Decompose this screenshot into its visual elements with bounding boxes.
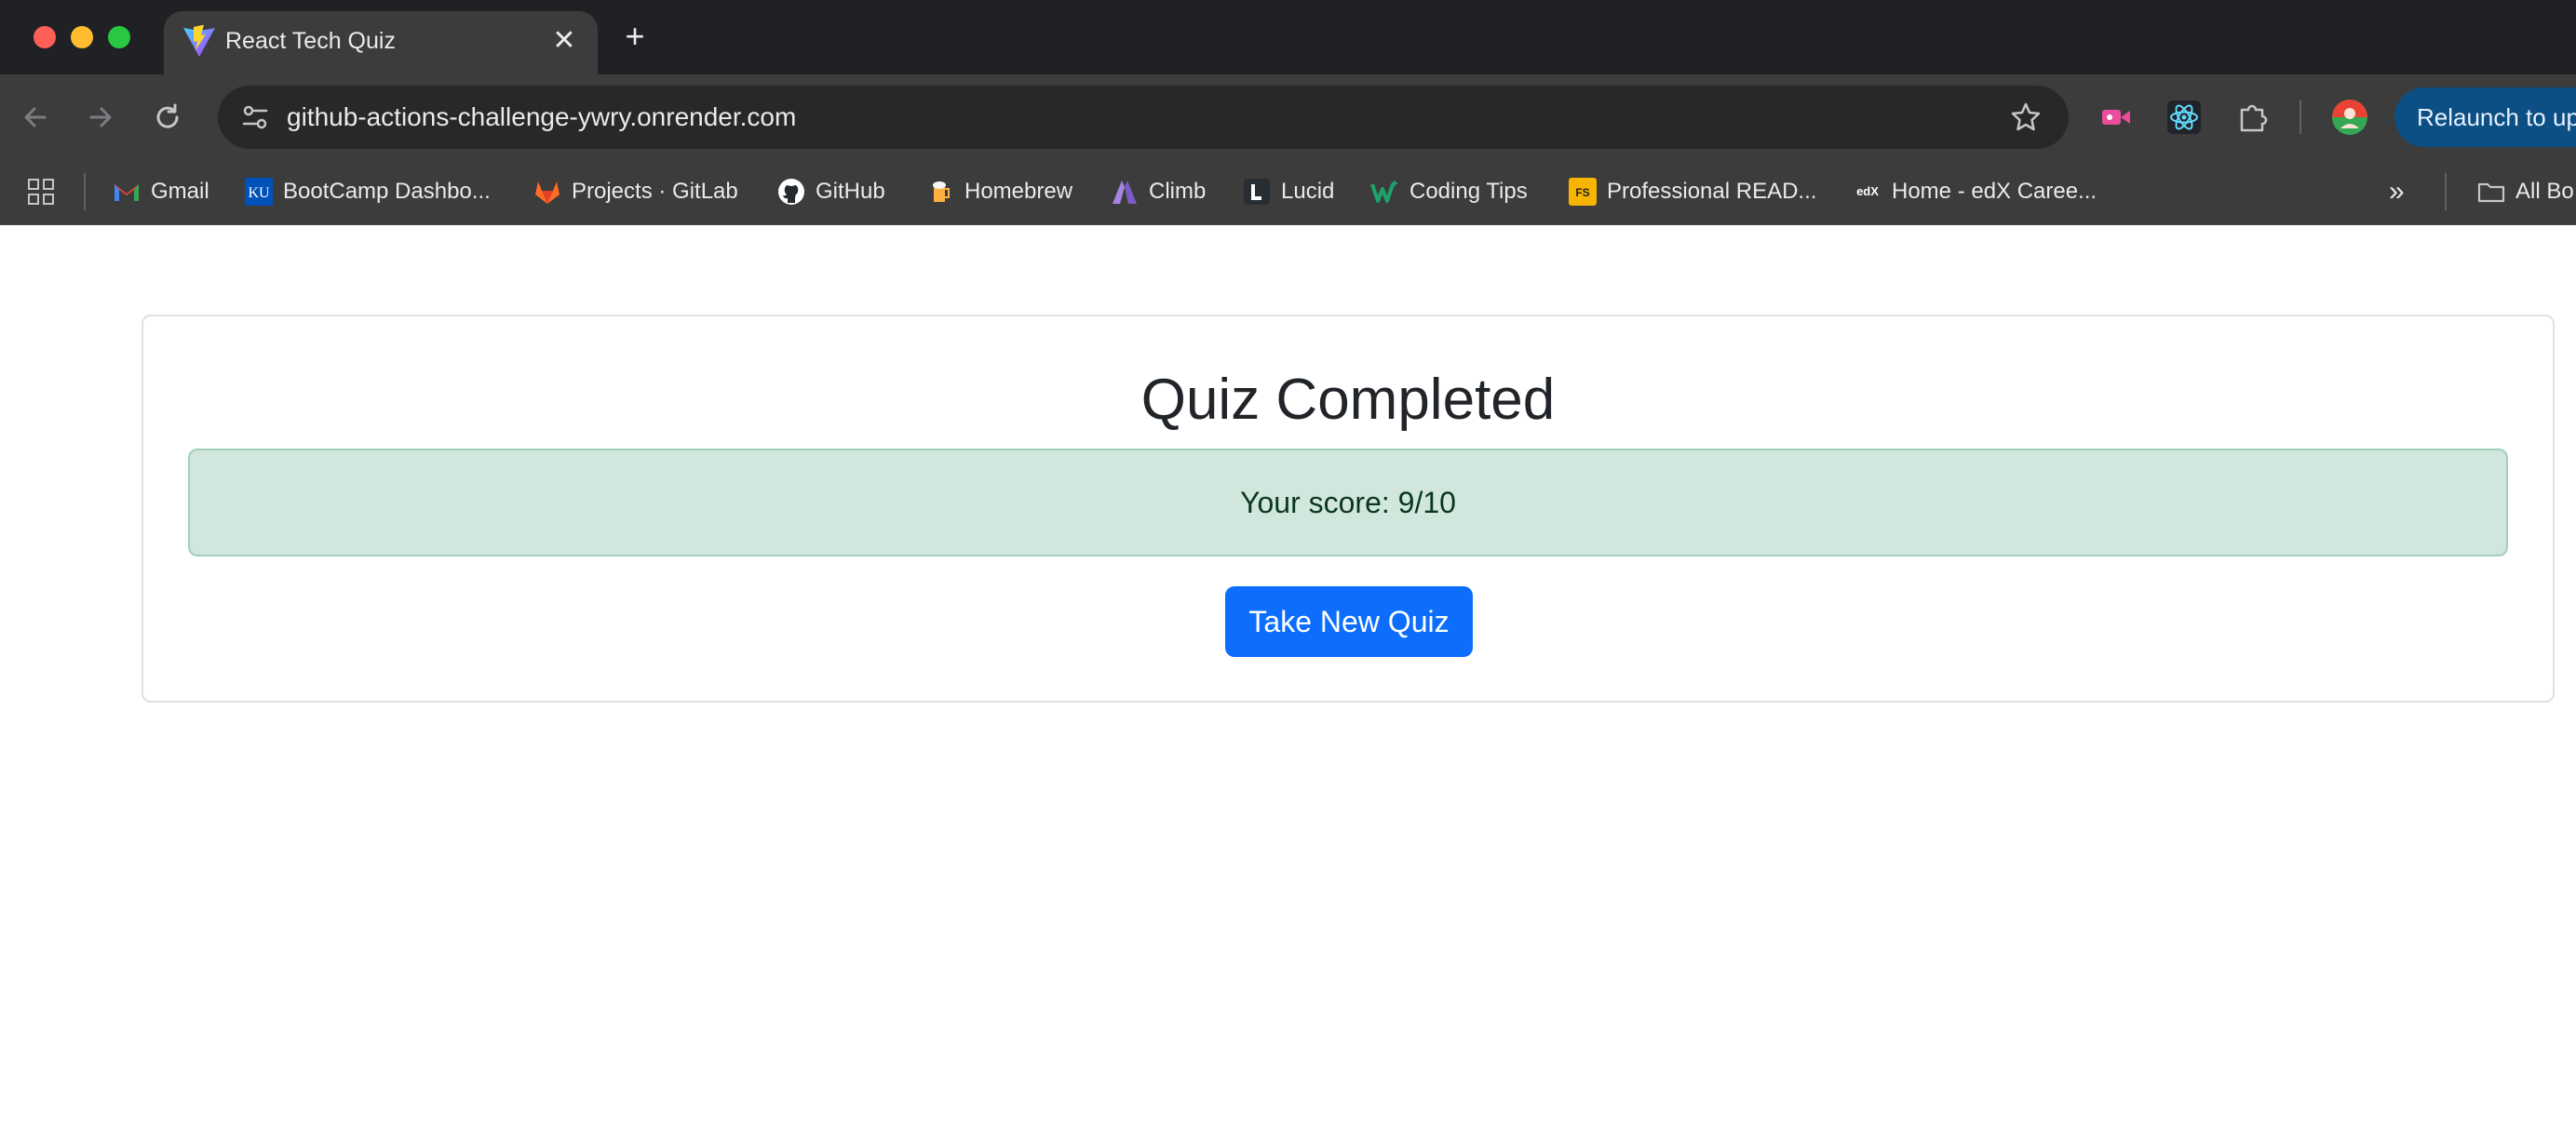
bookmark-label: Lucid — [1281, 179, 1335, 204]
folder-icon — [2477, 182, 2505, 203]
bookmarks-overflow-button[interactable]: » — [2389, 171, 2405, 212]
bookmarks-divider — [2445, 173, 2447, 210]
edx-icon: edX — [1856, 184, 1879, 198]
new-tab-button[interactable]: + — [618, 20, 652, 54]
bookmark-label: Gmail — [151, 179, 209, 204]
bookmark-label: Climb — [1149, 179, 1207, 204]
all-bookmarks-button[interactable]: All Bo — [2476, 171, 2574, 212]
active-tab[interactable]: React Tech Quiz ✕ — [164, 11, 598, 74]
climb-icon — [1113, 181, 1137, 204]
bookmark-label: Homebrew — [964, 179, 1073, 204]
bookmark-edx[interactable]: edX Home - edX Caree... — [1853, 171, 2097, 212]
bookmark-gitlab[interactable]: Projects · GitLab — [533, 171, 738, 212]
bookmark-gmail[interactable]: Gmail — [112, 171, 209, 212]
quiz-result-card: Quiz Completed Your score: 9/10 Take New… — [142, 315, 2555, 703]
take-new-quiz-button[interactable]: Take New Quiz — [1225, 586, 1473, 657]
bookmark-coding-tips[interactable]: Coding Tips — [1370, 171, 1528, 212]
apps-grid-icon[interactable] — [26, 177, 56, 207]
tab-close-icon[interactable]: ✕ — [547, 24, 581, 58]
bookmarks-divider — [84, 173, 86, 210]
video-extension-icon[interactable] — [2095, 97, 2136, 138]
gitlab-icon — [535, 181, 560, 204]
bookmark-label: Coding Tips — [1409, 179, 1528, 204]
bookmark-climb[interactable]: Climb — [1110, 171, 1206, 212]
forward-icon[interactable] — [82, 99, 119, 136]
url-text[interactable]: github-actions-challenge-ywry.onrender.c… — [287, 99, 796, 136]
back-icon[interactable] — [17, 99, 54, 136]
bookmark-homebrew[interactable]: Homebrew — [925, 171, 1072, 212]
chevron-double-right-icon: » — [2389, 176, 2405, 207]
toolbar-divider — [2300, 101, 2301, 134]
bookmark-label: Projects · GitLab — [572, 179, 738, 204]
fs-icon: FS — [1569, 178, 1597, 206]
react-devtools-icon[interactable] — [2164, 97, 2205, 138]
bookmark-label: Professional READ... — [1607, 179, 1817, 204]
svg-text:FS: FS — [1575, 186, 1589, 199]
tab-title: React Tech Quiz — [225, 28, 396, 54]
ku-icon: KU — [245, 178, 273, 206]
vite-icon — [183, 25, 215, 57]
gmail-icon — [115, 184, 139, 201]
address-bar[interactable]: github-actions-challenge-ywry.onrender.c… — [218, 86, 2069, 149]
svg-text:KU: KU — [248, 185, 270, 201]
bookmark-label: GitHub — [816, 179, 885, 204]
extensions-puzzle-icon[interactable] — [2232, 97, 2273, 138]
lucid-icon — [1244, 179, 1270, 205]
window-maximize-button[interactable] — [108, 26, 130, 48]
profile-avatar-icon[interactable] — [2329, 97, 2370, 138]
svg-text:edX: edX — [1856, 184, 1879, 198]
bookmark-star-icon[interactable] — [2007, 99, 2044, 136]
window-minimize-button[interactable] — [71, 26, 93, 48]
bookmark-bootcamp[interactable]: KU BootCamp Dashbo... — [244, 171, 491, 212]
window-close-button[interactable] — [34, 26, 56, 48]
github-icon — [778, 179, 804, 205]
bookmark-professional-readme[interactable]: FS Professional READ... — [1568, 171, 1816, 212]
relaunch-button[interactable]: Relaunch to up — [2394, 87, 2576, 147]
score-alert: Your score: 9/10 — [188, 449, 2508, 556]
tab-strip: React Tech Quiz ✕ + — [0, 0, 2576, 74]
bookmark-label: Home - edX Caree... — [1892, 179, 2097, 204]
all-bookmarks-label: All Bo — [2515, 179, 2574, 204]
coding-tips-icon — [1370, 181, 1397, 203]
homebrew-icon — [933, 181, 950, 202]
reload-icon[interactable] — [149, 99, 186, 136]
bookmark-lucid[interactable]: Lucid — [1242, 171, 1334, 212]
bookmark-label: BootCamp Dashbo... — [283, 179, 491, 204]
quiz-completed-title: Quiz Completed — [1140, 368, 1556, 432]
site-info-icon[interactable] — [236, 99, 274, 136]
bookmark-github[interactable]: GitHub — [776, 171, 885, 212]
